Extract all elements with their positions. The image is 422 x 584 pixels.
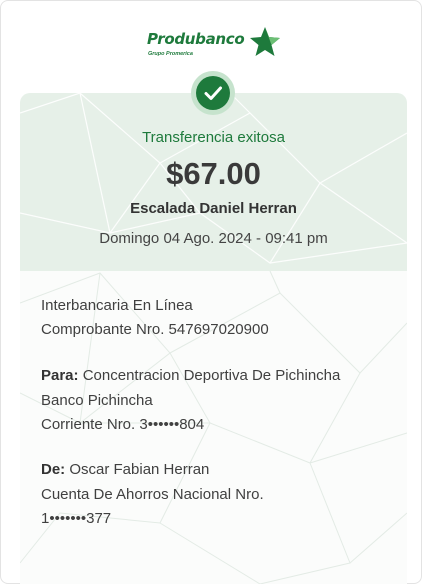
from-account-type: Cuenta De Ahorros Nacional Nro. bbox=[41, 486, 264, 503]
logo-subtitle: Grupo Promerica bbox=[148, 51, 193, 57]
status-text: Transferencia exitosa bbox=[142, 129, 285, 146]
success-badge bbox=[191, 71, 235, 115]
transfer-datetime: Domingo 04 Ago. 2024 - 09:41 pm bbox=[99, 230, 328, 247]
to-line: Para: Concentracion Deportiva De Pichinc… bbox=[41, 367, 340, 384]
produbanco-logo: Produbanco Grupo Promerica bbox=[147, 27, 287, 62]
transfer-amount: $67.00 bbox=[166, 156, 261, 191]
from-line: De: Oscar Fabian Herran bbox=[41, 461, 209, 478]
to-bank: Banco Pichincha bbox=[41, 392, 153, 409]
checkmark-icon bbox=[204, 86, 222, 100]
from-name: Oscar Fabian Herran bbox=[69, 461, 210, 478]
star-icon bbox=[250, 27, 280, 56]
to-account: Corriente Nro. 3••••••804 bbox=[41, 416, 205, 433]
from-account: 1•••••••377 bbox=[41, 510, 112, 527]
logo-text: Produbanco bbox=[147, 30, 245, 48]
from-label: De: bbox=[41, 461, 66, 478]
receipt-number: Comprobante Nro. 547697020900 bbox=[41, 321, 269, 338]
to-name: Concentracion Deportiva De Pichincha bbox=[82, 367, 341, 384]
beneficiary-name: Escalada Daniel Herran bbox=[130, 200, 297, 217]
to-label: Para: bbox=[41, 367, 79, 384]
transfer-type: Interbancaria En Línea bbox=[41, 297, 193, 314]
